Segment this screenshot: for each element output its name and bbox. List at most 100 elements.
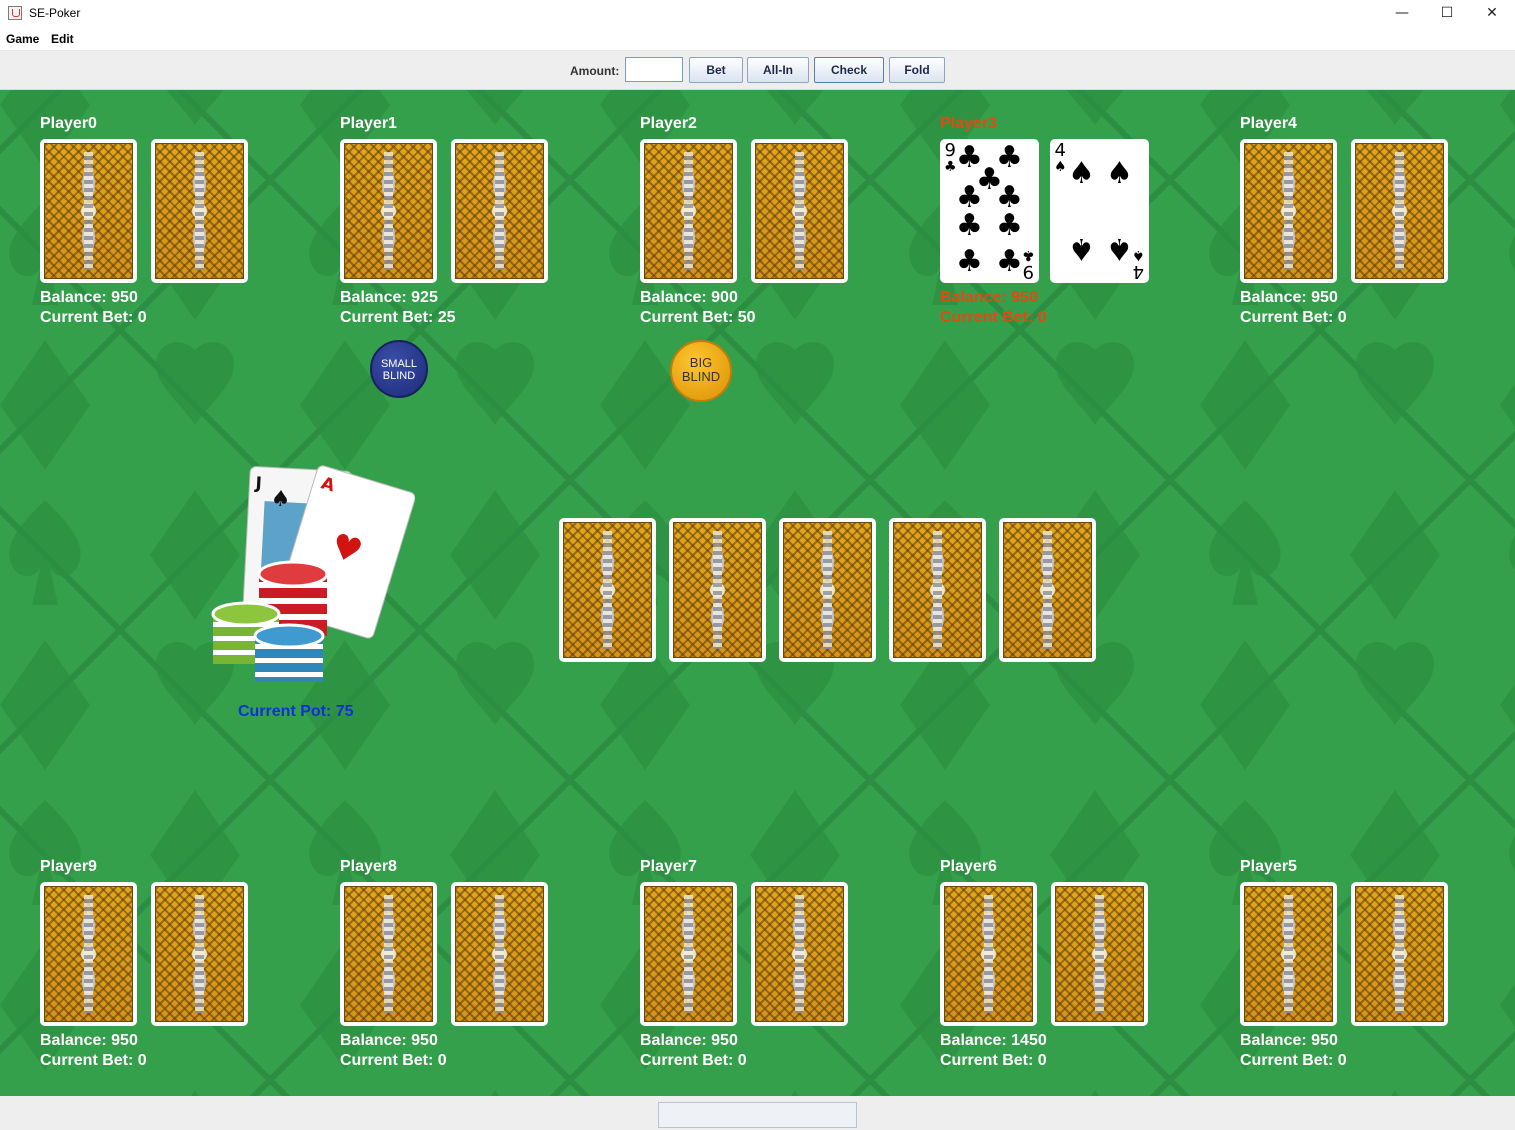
player-card-facedown xyxy=(40,139,137,283)
community-card-facedown xyxy=(889,518,986,662)
player-name: Player8 xyxy=(340,858,397,875)
card-rank: 9 xyxy=(944,140,956,161)
amount-label: Amount: xyxy=(570,64,620,78)
menu-game[interactable]: Game xyxy=(6,32,39,46)
player-card-facedown xyxy=(940,882,1037,1026)
spade-icon: ♠ xyxy=(1106,156,1133,191)
player-card-facedown xyxy=(451,882,548,1026)
active-player-name: Player3 xyxy=(940,115,997,132)
big-blind-chip: BIG BLIND xyxy=(670,340,732,402)
big-blind-label-line2: BLIND xyxy=(681,369,721,384)
small-blind-label-line2: BLIND xyxy=(382,370,416,382)
player-balance: Balance: 900 xyxy=(640,289,738,306)
club-icon: ♣ xyxy=(1022,247,1035,263)
spade-icon: ♠ xyxy=(1054,159,1067,175)
small-blind-chip: SMALL BLIND xyxy=(370,340,428,398)
jack-rank: J xyxy=(254,474,262,494)
all-in-button[interactable]: All-In xyxy=(747,57,809,83)
player-current-bet: Current Bet: 0 xyxy=(1240,1052,1347,1069)
player-card-facedown xyxy=(1240,882,1337,1026)
card-rank: 4 xyxy=(1054,140,1066,161)
spade-icon: ♠ xyxy=(1106,231,1133,266)
player-card-facedown xyxy=(1351,139,1448,283)
player-current-bet: Current Bet: 25 xyxy=(340,309,456,326)
card-four-of-spades: 4 ♠ 4 ♠ ♠ ♠ ♠ ♠ xyxy=(1050,139,1149,283)
community-card-facedown xyxy=(999,518,1096,662)
amount-input[interactable] xyxy=(625,57,683,82)
player-current-bet: Current Bet: 0 xyxy=(940,1052,1047,1069)
player-balance: Balance: 1450 xyxy=(940,1032,1047,1049)
big-blind-label-line1: BIG xyxy=(689,355,713,370)
player-name: Player9 xyxy=(40,858,97,875)
status-field xyxy=(658,1102,857,1128)
poker-table: Player0 Balance: 950 Current Bet: 0 Play… xyxy=(0,90,1515,1096)
check-button[interactable]: Check xyxy=(814,57,884,83)
player-name: Player2 xyxy=(640,115,697,132)
player-card-facedown xyxy=(640,882,737,1026)
player-card-facedown xyxy=(1051,882,1148,1026)
player-card-facedown xyxy=(340,139,437,283)
player-card-facedown xyxy=(40,882,137,1026)
player-name: Player6 xyxy=(940,858,997,875)
community-card-facedown xyxy=(669,518,766,662)
spade-icon: ♠ xyxy=(1068,231,1095,266)
player-current-bet: Current Bet: 0 xyxy=(640,1052,747,1069)
blue-chip-stack xyxy=(253,623,325,682)
java-app-icon xyxy=(8,6,22,20)
maximize-button[interactable]: ☐ xyxy=(1424,0,1470,28)
close-button[interactable]: ✕ xyxy=(1469,0,1515,28)
player-card-facedown xyxy=(151,882,248,1026)
menu-bar: Game Edit xyxy=(0,28,1515,51)
player-name: Player1 xyxy=(340,115,397,132)
player-name: Player5 xyxy=(1240,858,1297,875)
club-icon: ♣ xyxy=(956,244,983,279)
player-current-bet: Current Bet: 0 xyxy=(40,1052,147,1069)
card-nine-of-clubs: 9 ♣ 9 ♣ ♣ ♣ ♣ ♣ ♣ ♣ ♣ ♣ ♣ xyxy=(940,139,1039,283)
player-balance: Balance: 950 xyxy=(640,1032,738,1049)
active-player-current-bet: Current Bet: 0 xyxy=(940,309,1047,326)
player-balance: Balance: 950 xyxy=(1240,1032,1338,1049)
menu-edit[interactable]: Edit xyxy=(51,32,74,46)
pot-logo-cards-and-chips: J ♠ A ♥ xyxy=(211,465,415,682)
player-card-facedown xyxy=(1240,139,1337,283)
window-title: SE-Poker xyxy=(29,6,81,20)
minimize-button[interactable]: — xyxy=(1379,0,1425,28)
club-icon: ♣ xyxy=(996,244,1023,279)
spade-icon: ♠ xyxy=(270,486,291,512)
title-bar: SE-Poker — ☐ ✕ xyxy=(0,0,1515,28)
player-card-facedown xyxy=(451,139,548,283)
spade-icon: ♠ xyxy=(1132,247,1145,263)
player-balance: Balance: 950 xyxy=(40,289,138,306)
player-name: Player7 xyxy=(640,858,697,875)
card-rank: 4 xyxy=(1133,261,1145,282)
player-current-bet: Current Bet: 50 xyxy=(640,309,756,326)
card-rank: 9 xyxy=(1023,261,1035,282)
player-card-facedown xyxy=(151,139,248,283)
player-current-bet: Current Bet: 0 xyxy=(40,309,147,326)
bet-button[interactable]: Bet xyxy=(689,57,743,83)
player-name: Player0 xyxy=(40,115,97,132)
player-card-facedown xyxy=(1351,882,1448,1026)
fold-button[interactable]: Fold xyxy=(889,57,945,83)
club-icon: ♣ xyxy=(956,208,983,243)
current-pot: Current Pot: 75 xyxy=(238,703,354,720)
player-current-bet: Current Bet: 0 xyxy=(1240,309,1347,326)
active-player-balance: Balance: 950 xyxy=(940,289,1038,306)
player-current-bet: Current Bet: 0 xyxy=(340,1052,447,1069)
club-icon: ♣ xyxy=(996,208,1023,243)
action-toolbar: Amount: Bet All-In Check Fold xyxy=(0,51,1515,90)
player-card-facedown xyxy=(640,139,737,283)
club-icon: ♣ xyxy=(944,159,957,175)
player-card-facedown xyxy=(751,882,848,1026)
community-card-facedown xyxy=(559,518,656,662)
player-balance: Balance: 925 xyxy=(340,289,438,306)
player-balance: Balance: 950 xyxy=(40,1032,138,1049)
small-blind-label-line1: SMALL xyxy=(380,358,418,370)
status-bar xyxy=(0,1096,1515,1130)
player-card-facedown xyxy=(340,882,437,1026)
player-name: Player4 xyxy=(1240,115,1297,132)
player-balance: Balance: 950 xyxy=(340,1032,438,1049)
spade-icon: ♠ xyxy=(1068,156,1095,191)
player-card-facedown xyxy=(751,139,848,283)
community-card-facedown xyxy=(779,518,876,662)
